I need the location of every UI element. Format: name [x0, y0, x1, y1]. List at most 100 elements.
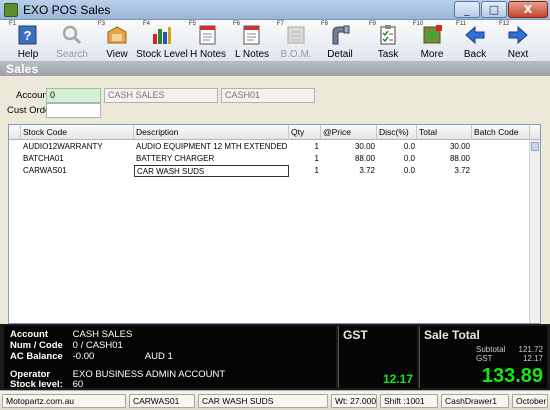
account-summary-value: CASH SALES	[72, 329, 133, 340]
account-row: Account CASH SALES	[10, 329, 132, 340]
back-button[interactable]: F11 Back	[455, 20, 495, 62]
column-header[interactable]: Qty	[289, 125, 321, 140]
sale-total-value: 133.89	[481, 365, 543, 387]
discount-cell[interactable]: 0.0	[377, 165, 417, 177]
l-notes-button[interactable]: F6 L Notes	[232, 20, 272, 62]
column-header[interactable]: @Price	[321, 125, 377, 140]
num-code-value: 0 / CASH01	[72, 340, 123, 351]
table-row[interactable]: AUDIO12WARRANTY AUDIO EQUIPMENT 12 MTH E…	[9, 141, 529, 153]
status-shift: Shift :1001	[380, 394, 438, 408]
status-date: October	[512, 394, 548, 408]
num-code-row: Num / Code 0 / CASH01	[10, 340, 123, 351]
description-cell[interactable]: BATTERY CHARGER	[134, 153, 289, 165]
discount-cell[interactable]: 0.0	[377, 141, 417, 153]
qty-cell[interactable]: 1	[289, 153, 321, 165]
description-edit-cell[interactable]: CAR WASH SUDS	[134, 165, 289, 177]
description-cell[interactable]: AUDIO EQUIPMENT 12 MTH EXTENDED WARR	[134, 141, 289, 153]
close-button[interactable]: X	[508, 1, 548, 18]
ac-balance-value: -0.00	[72, 351, 95, 362]
ac-balance-row: AC Balance -0.00 AUD 1	[10, 351, 173, 362]
batch-code-cell[interactable]	[472, 153, 530, 165]
sale-total-title: Sale Total	[424, 328, 480, 342]
task-icon	[380, 25, 396, 45]
account-number-field[interactable]: 0	[46, 88, 101, 103]
svg-text:?: ?	[24, 28, 32, 43]
total-cell: 88.00	[449, 154, 470, 163]
l-notes-icon	[243, 25, 260, 45]
column-header[interactable]: Disc(%)	[377, 125, 417, 140]
subtotal-value: 121.72	[518, 345, 543, 354]
section-title: Sales	[6, 62, 39, 76]
price-cell[interactable]: 88.00	[321, 153, 377, 165]
h-notes-icon	[199, 25, 216, 45]
h-notes-button[interactable]: F5 H Notes	[188, 20, 228, 62]
status-weight: Wt: 27.0000	[331, 394, 377, 408]
status-stock-code: CARWAS01	[129, 394, 195, 408]
cust-order-field[interactable]	[46, 103, 101, 118]
qty-cell[interactable]: 1	[289, 141, 321, 153]
view-button[interactable]: F3 View	[97, 20, 137, 62]
price-cell[interactable]: 30.00	[321, 141, 377, 153]
table-row[interactable]: CARWAS01 CAR WASH SUDS 1 3.72 0.0 3.72	[9, 165, 529, 177]
gst-title: GST	[343, 328, 368, 342]
window-title: EXO POS Sales	[23, 2, 111, 17]
tool-label: Stock Level	[136, 49, 188, 60]
help-icon: ?	[18, 25, 37, 45]
row-indicator-header	[9, 125, 21, 140]
currency-value: AUD 1	[144, 351, 173, 362]
view-icon	[107, 26, 127, 44]
back-arrow-icon	[465, 25, 485, 45]
task-button[interactable]: F9 Task	[368, 20, 408, 62]
vertical-scrollbar[interactable]	[529, 140, 540, 323]
stock-code-cell[interactable]: BATCHA01	[21, 153, 134, 165]
minimize-button[interactable]: _	[454, 1, 480, 18]
sales-form: Account 0 CASH SALES CASH01 Cust Order S…	[0, 76, 550, 324]
stock-code-cell[interactable]: AUDIO12WARRANTY	[21, 141, 134, 153]
column-header[interactable]: Batch Code	[472, 125, 530, 140]
next-arrow-icon	[508, 25, 528, 45]
line-items-grid: Stock Code Description Qty @Price Disc(%…	[8, 124, 541, 324]
fkey-label: F7	[277, 21, 285, 27]
stock-level-value: 60	[72, 379, 84, 390]
column-header[interactable]: Stock Code	[21, 125, 134, 140]
tool-label: Detail	[327, 49, 353, 60]
stock-level-icon	[153, 27, 171, 44]
gst-summary-value: 12.17	[522, 354, 543, 363]
column-header[interactable]: Description	[134, 125, 289, 140]
maximize-button[interactable]: □	[481, 1, 507, 18]
fkey-label: F1	[9, 21, 17, 27]
more-icon	[423, 25, 442, 44]
tool-label: Next	[507, 49, 529, 60]
summary-area: Account CASH SALES Num / Code 0 / CASH01…	[0, 324, 550, 390]
qty-cell[interactable]: 1	[289, 165, 321, 177]
app-icon	[4, 2, 18, 17]
batch-code-cell[interactable]	[472, 165, 530, 177]
bom-button[interactable]: F7 B.O.M.	[276, 20, 316, 62]
next-button[interactable]: F12 Next	[498, 20, 538, 62]
account-summary-label: Account	[10, 329, 48, 340]
table-row[interactable]: BATCHA01 BATTERY CHARGER 1 88.00 0.0 88.…	[9, 153, 529, 165]
price-cell[interactable]: 3.72	[321, 165, 377, 177]
bom-icon	[287, 26, 305, 44]
fkey-label: F3	[98, 21, 106, 27]
search-icon	[62, 25, 82, 45]
num-code-label: Num / Code	[10, 340, 63, 351]
account-code-field: CASH01	[221, 88, 315, 103]
scrollbar-thumb[interactable]	[531, 142, 539, 151]
fkey-label: F5	[189, 21, 197, 27]
batch-code-cell[interactable]	[472, 141, 530, 153]
grid-header: Stock Code Description Qty @Price Disc(%…	[9, 125, 540, 140]
gst-value: 12.17	[382, 372, 413, 386]
total-cell: 3.72	[454, 166, 470, 175]
discount-cell[interactable]: 0.0	[377, 153, 417, 165]
search-button[interactable]: Search	[52, 20, 92, 62]
stock-level-button[interactable]: F4 Stock Level	[136, 20, 188, 62]
stock-code-cell[interactable]: CARWAS01	[21, 165, 134, 177]
ac-balance-label: AC Balance	[10, 351, 63, 362]
help-button[interactable]: F1 ? Help	[8, 20, 48, 62]
gst-summary-label: GST	[476, 354, 493, 363]
more-button[interactable]: F10 More	[412, 20, 452, 62]
column-header[interactable]: Total	[417, 125, 472, 140]
detail-button[interactable]: F8 Detail	[320, 20, 360, 62]
detail-icon	[332, 25, 350, 45]
